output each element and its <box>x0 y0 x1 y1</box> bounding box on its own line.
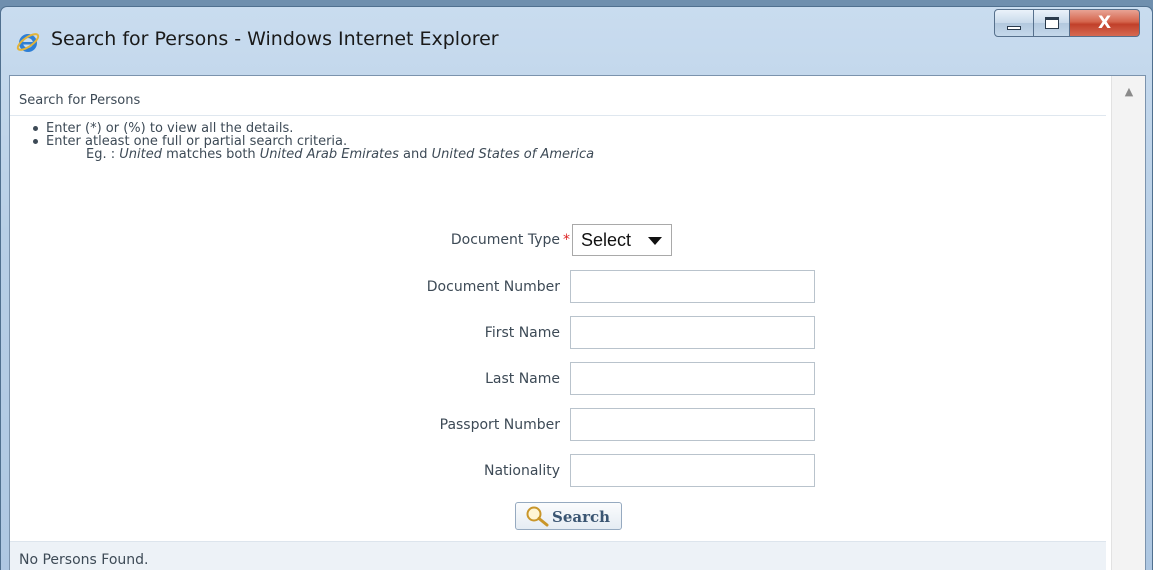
last-name-label: Last Name <box>485 371 560 387</box>
bullet-icon <box>33 126 38 131</box>
search-hints: Enter (*) or (%) to view all the details… <box>30 122 594 162</box>
scroll-up-icon[interactable]: ▲ <box>1112 76 1146 106</box>
minimize-icon <box>1007 26 1021 30</box>
browser-window: Search for Persons - Windows Internet Ex… <box>0 6 1153 570</box>
maximize-icon <box>1044 17 1059 29</box>
window-title: Search for Persons - Windows Internet Ex… <box>51 28 499 50</box>
example-match: United Arab Emirates <box>259 147 399 162</box>
bullet-icon <box>33 139 38 144</box>
nationality-row: Nationality <box>10 454 910 488</box>
close-button[interactable]: X <box>1070 9 1140 37</box>
window-controls: X <box>994 9 1140 37</box>
required-marker: * <box>563 232 570 248</box>
results-message: No Persons Found. <box>10 541 1106 570</box>
example-prefix: Eg. : <box>86 147 120 162</box>
search-button[interactable]: Search <box>515 502 622 530</box>
document-type-row: Document Type * Select <box>10 223 910 257</box>
search-button-label: Search <box>552 508 611 526</box>
last-name-row: Last Name <box>10 362 910 396</box>
first-name-input[interactable] <box>570 316 815 349</box>
section-header: Search for Persons <box>10 86 1106 116</box>
document-type-selected: Select <box>581 230 632 250</box>
nationality-label: Nationality <box>483 463 560 479</box>
chevron-down-icon <box>648 237 662 245</box>
document-type-label: Document Type * <box>450 232 570 248</box>
first-name-label: First Name <box>484 325 560 341</box>
document-number-input[interactable] <box>570 270 815 303</box>
passport-number-row: Passport Number <box>10 408 910 442</box>
example-term: United <box>119 147 162 162</box>
page-viewport: Search for Persons Enter (*) or (%) to v… <box>9 75 1146 570</box>
page-content: Search for Persons Enter (*) or (%) to v… <box>10 76 1110 570</box>
title-bar[interactable]: Search for Persons - Windows Internet Ex… <box>1 7 1152 63</box>
document-number-label: Document Number <box>426 279 560 295</box>
example-text: matches both <box>161 147 260 162</box>
hint-example: Eg. : United matches both United Arab Em… <box>30 148 594 162</box>
document-type-select[interactable]: Select <box>572 224 672 256</box>
example-text: and <box>398 147 432 162</box>
passport-number-input[interactable] <box>570 408 815 441</box>
nationality-input[interactable] <box>570 454 815 487</box>
close-icon: X <box>1097 13 1112 33</box>
maximize-button[interactable] <box>1034 9 1070 37</box>
magnifier-icon <box>526 506 549 527</box>
example-match: United States of America <box>431 147 595 162</box>
last-name-input[interactable] <box>570 362 815 395</box>
passport-number-label: Passport Number <box>439 417 560 433</box>
document-number-row: Document Number <box>10 270 910 304</box>
minimize-button[interactable] <box>994 9 1034 37</box>
first-name-row: First Name <box>10 316 910 350</box>
internet-explorer-icon <box>16 33 40 52</box>
vertical-scrollbar[interactable]: ▲ <box>1111 76 1145 570</box>
